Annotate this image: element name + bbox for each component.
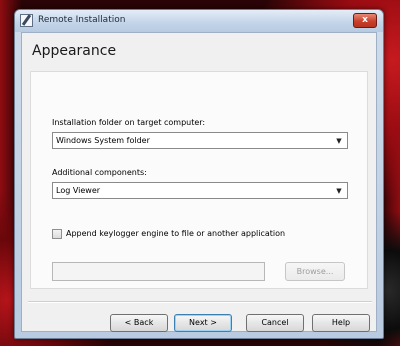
page-title: Appearance — [32, 43, 117, 59]
footer-divider — [28, 301, 372, 303]
components-label: Additional components: — [52, 168, 147, 177]
next-button[interactable]: Next > — [174, 314, 232, 332]
install-folder-label: Installation folder on target computer: — [52, 118, 206, 127]
close-button[interactable]: x — [353, 13, 377, 28]
install-folder-value: Windows System folder — [56, 136, 150, 145]
close-icon: x — [362, 15, 368, 25]
back-button[interactable]: < Back — [110, 314, 168, 332]
chevron-down-icon: ▼ — [336, 187, 342, 195]
cancel-button[interactable]: Cancel — [246, 314, 304, 332]
components-value: Log Viewer — [56, 186, 101, 195]
window-title: Remote Installation — [38, 15, 126, 25]
remote-installation-window: Remote Installation x Appearance Install… — [14, 9, 384, 339]
install-folder-dropdown[interactable]: Windows System folder ▼ — [52, 132, 348, 149]
append-keylogger-label[interactable]: Append keylogger engine to file or anoth… — [66, 229, 285, 238]
target-file-path-input[interactable] — [52, 262, 265, 281]
pencil-icon — [20, 14, 33, 27]
title-bar[interactable]: Remote Installation x — [15, 10, 383, 32]
browse-button[interactable]: Browse... — [285, 262, 345, 281]
dialog-client-area: Appearance Installation folder on target… — [21, 32, 377, 332]
components-dropdown[interactable]: Log Viewer ▼ — [52, 182, 348, 199]
help-button[interactable]: Help — [312, 314, 370, 332]
chevron-down-icon: ▼ — [336, 137, 342, 145]
settings-panel: Installation folder on target computer: … — [30, 71, 368, 289]
append-keylogger-checkbox[interactable] — [52, 229, 62, 239]
